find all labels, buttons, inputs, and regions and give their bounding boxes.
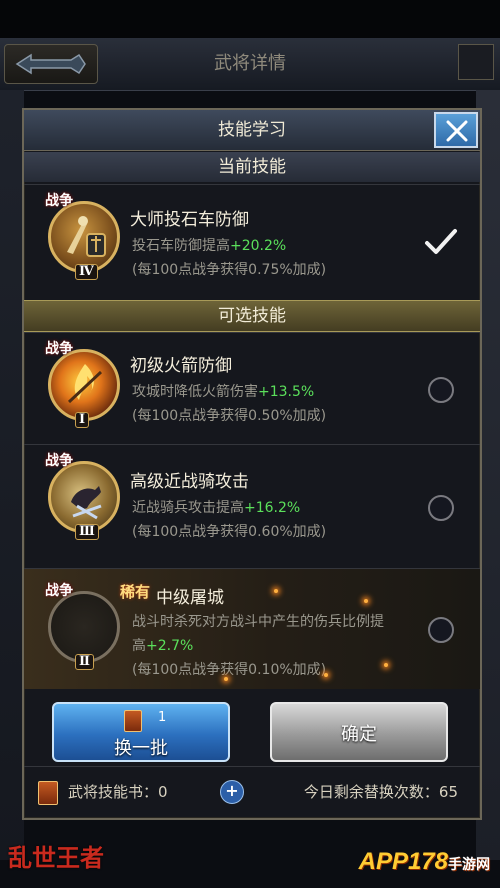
- refresh-cost: 1: [158, 710, 167, 725]
- skill-level: Ⅱ: [75, 654, 94, 670]
- header-close-button[interactable]: [458, 44, 494, 80]
- skill-icon-slaughter: 战争 Ⅱ: [45, 583, 120, 670]
- cavalry-sword-icon: [71, 486, 102, 520]
- checkmark-icon[interactable]: [424, 227, 458, 257]
- background-left: [0, 90, 24, 860]
- skill-icon-cavalry: 战争 Ⅲ: [45, 453, 120, 540]
- available-skill-header: 可选技能: [24, 300, 480, 332]
- skill-desc: 攻城时降低火箭伤害+13.5%: [132, 381, 314, 401]
- skill-desc: 战斗时杀死对方战斗中产生的伤兵比例提: [132, 614, 384, 630]
- skill-name: 大师投石车防御: [130, 210, 249, 230]
- desc-value: +13.5%: [258, 384, 315, 400]
- spark-effect: [224, 677, 228, 681]
- desc-value: +16.2%: [244, 500, 301, 516]
- close-icon: [446, 120, 468, 142]
- skill-level: Ⅲ: [75, 524, 99, 540]
- skill-icon-fire-arrow: 战争 Ⅰ: [45, 341, 120, 428]
- skill-book-icon: [38, 781, 58, 805]
- watermark-text: APP178: [358, 848, 448, 875]
- war-tag: 战争: [45, 193, 73, 209]
- status-bar-area: [0, 0, 500, 38]
- confirm-label: 确定: [341, 724, 377, 745]
- skill-name: 初级火箭防御: [130, 356, 232, 376]
- skill-name: 中级屠城: [156, 588, 224, 608]
- spark-effect: [384, 663, 388, 667]
- war-tag: 战争: [45, 453, 73, 469]
- watermark-sub: 手游网: [448, 856, 490, 872]
- skill-learn-dialog: 技能学习 当前技能 战争 Ⅳ 大师投石车防御 投石车防御提高+20.2% (每1…: [22, 108, 482, 820]
- catapult-shield-icon: [67, 216, 106, 257]
- desc-value: +20.2%: [230, 238, 287, 254]
- skill-name: 高级近战骑攻击: [130, 472, 249, 492]
- spark-effect: [274, 589, 278, 593]
- skill-radio[interactable]: [428, 617, 454, 643]
- dialog-footer: 武将技能书：0 + 今日剩余替换次数：65: [24, 766, 480, 815]
- dialog-title: 技能学习: [218, 120, 286, 140]
- remaining-label: 今日剩余替换次数：: [303, 783, 439, 801]
- skill-icon-catapult: 战争 Ⅳ: [45, 193, 120, 280]
- remaining-replacements: 今日剩余替换次数：65: [304, 781, 458, 802]
- site-watermark: APP178手游网: [359, 848, 490, 876]
- skill-rate: (每100点战争获得0.10%加成): [132, 662, 327, 678]
- game-logo: 乱世王者: [8, 843, 104, 872]
- skill-rate: (每100点战争获得0.60%加成): [132, 524, 327, 540]
- rare-badge: 稀有: [120, 583, 151, 601]
- dialog-close-button[interactable]: [434, 112, 478, 148]
- skill-radio[interactable]: [428, 377, 454, 403]
- skill-rate: (每100点战争获得0.50%加成): [132, 408, 327, 424]
- desc-text: 攻城时降低火箭伤害: [132, 384, 258, 400]
- skill-level: Ⅳ: [75, 264, 98, 280]
- spark-effect: [324, 673, 328, 677]
- remaining-count: 65: [438, 783, 458, 801]
- skill-desc-line2: 高+2.7%: [132, 635, 193, 655]
- book-label: 武将技能书：: [68, 783, 159, 801]
- desc-text: 投石车防御提高: [132, 238, 230, 254]
- skill-radio[interactable]: [428, 495, 454, 521]
- skill-book-icon: [124, 710, 142, 732]
- page-title: 武将详情: [214, 53, 286, 74]
- add-book-button[interactable]: +: [220, 780, 244, 804]
- desc-value: +2.7%: [146, 638, 194, 654]
- skill-rate: (每100点战争获得0.75%加成): [132, 262, 327, 278]
- skill-option-row[interactable]: 战争 Ⅲ 高级近战骑攻击 近战骑兵攻击提高+16.2% (每100点战争获得0.…: [24, 444, 480, 555]
- skill-option-row[interactable]: 战争 Ⅱ 稀有 中级屠城 战斗时杀死对方战斗中产生的伤兵比例提 高+2.7% (…: [24, 568, 480, 689]
- war-tag: 战争: [45, 341, 73, 357]
- fire-arrow-icon: [67, 364, 103, 404]
- confirm-button[interactable]: 确定: [270, 702, 448, 762]
- spark-effect: [364, 599, 368, 603]
- desc-text: 高: [132, 638, 146, 654]
- skill-level: Ⅰ: [75, 412, 90, 428]
- book-count: 0: [158, 783, 168, 801]
- skill-desc: 投石车防御提高+20.2%: [132, 235, 286, 255]
- refresh-button[interactable]: 1 换一批: [52, 702, 230, 762]
- skill-desc: 近战骑兵攻击提高+16.2%: [132, 497, 300, 517]
- skill-option-row[interactable]: 战争 Ⅰ 初级火箭防御 攻城时降低火箭伤害+13.5% (每100点战争获得0.…: [24, 332, 480, 443]
- refresh-label: 换一批: [114, 738, 168, 759]
- current-skill-header: 当前技能: [24, 152, 480, 182]
- desc-text: 近战骑兵攻击提高: [132, 500, 244, 516]
- war-tag: 战争: [45, 583, 73, 599]
- skill-book-count: 武将技能书：0: [68, 781, 168, 802]
- current-skill-row: 战争 Ⅳ 大师投石车防御 投石车防御提高+20.2% (每100点战争获得0.7…: [24, 184, 480, 299]
